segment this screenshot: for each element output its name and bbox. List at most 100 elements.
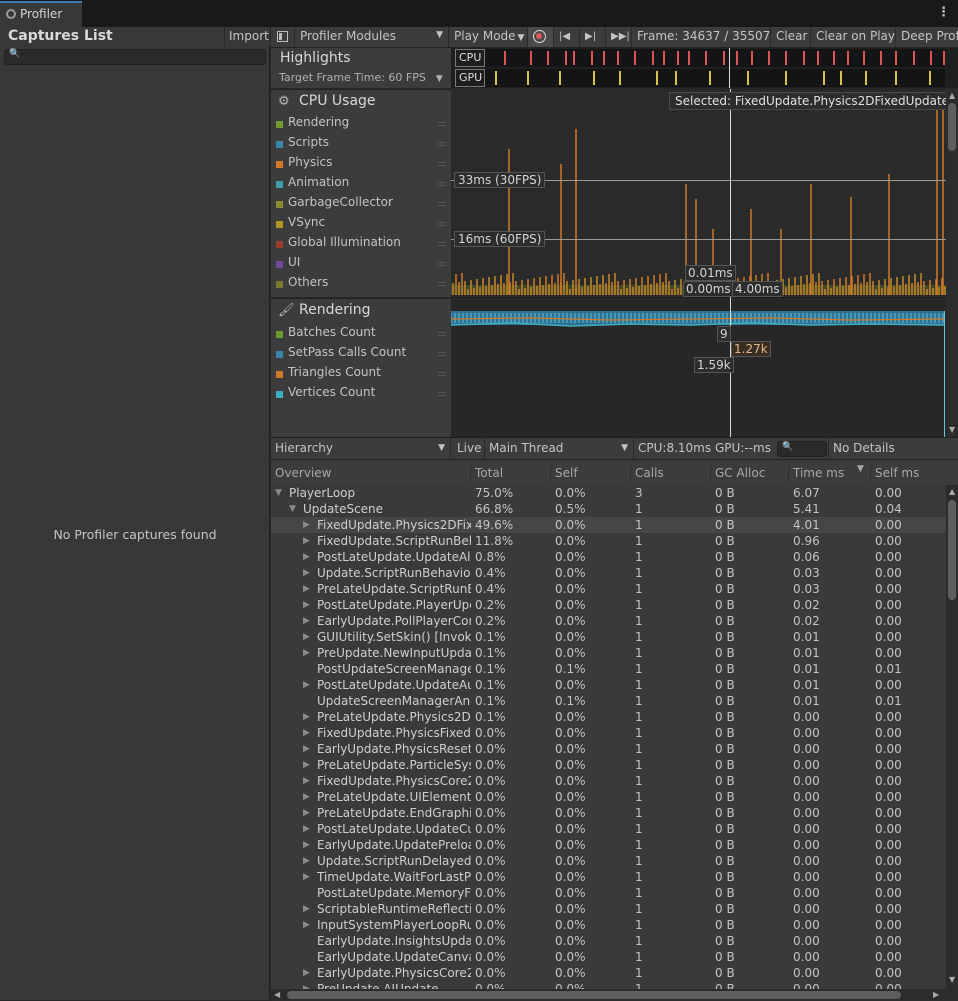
table-row[interactable]: ▶ PostLateUpdate.UpdateAudio 0.1% 0.0% 1 0 B 0… [271, 677, 946, 693]
legend-item[interactable]: Triangles Count [276, 364, 448, 384]
scrollbar-thumb[interactable] [948, 103, 956, 151]
scrollbar-thumb[interactable] [948, 500, 956, 600]
next-frame-icon[interactable]: ▶| [580, 27, 606, 47]
table-row[interactable]: PostLateUpdate.MemoryFrameMaintenance 0.0… [271, 885, 946, 901]
column-divider[interactable] [470, 465, 471, 481]
column-divider[interactable] [788, 465, 789, 481]
column-header[interactable]: Self [555, 466, 578, 480]
collapsed-arrow-icon[interactable]: ▶ [303, 773, 310, 789]
drag-handle-icon[interactable] [438, 222, 446, 226]
column-divider[interactable] [630, 465, 631, 481]
collapsed-arrow-icon[interactable]: ▶ [303, 853, 310, 869]
column-divider[interactable] [710, 465, 711, 481]
collapsed-arrow-icon[interactable]: ▶ [303, 517, 310, 533]
expanded-arrow-icon[interactable]: ▼ [275, 485, 282, 501]
record-button[interactable] [528, 27, 554, 47]
charts-scrollbar[interactable]: ▲ ▼ [946, 89, 958, 437]
collapsed-arrow-icon[interactable]: ▶ [303, 757, 310, 773]
previous-frame-icon[interactable]: |◀ [554, 27, 580, 47]
drag-handle-icon[interactable] [438, 392, 446, 396]
drag-handle-icon[interactable] [438, 162, 446, 166]
highlights-chart[interactable]: CPU GPU [451, 48, 958, 88]
table-row[interactable]: EarlyUpdate.InsightsUpdate 0.0% 0.0% 1 0 B 0.… [271, 933, 946, 949]
drag-handle-icon[interactable] [438, 122, 446, 126]
deep-profile-button[interactable]: Deep Profi [896, 27, 958, 47]
scroll-right-icon[interactable]: ▶ [933, 990, 939, 999]
column-divider[interactable] [550, 465, 551, 481]
table-row[interactable]: ▶ PostLateUpdate.UpdateAllRenderers 0.8% 0.… [271, 549, 946, 565]
column-header[interactable]: Total [475, 466, 503, 480]
clear-button[interactable]: Clear [771, 27, 811, 47]
collapsed-arrow-icon[interactable]: ▶ [303, 597, 310, 613]
column-header[interactable]: GC Alloc [715, 466, 765, 480]
drag-handle-icon[interactable] [438, 262, 446, 266]
collapsed-arrow-icon[interactable]: ▶ [303, 565, 310, 581]
scroll-up-icon[interactable]: ▲ [949, 487, 955, 496]
table-row[interactable]: ▶ EarlyUpdate.UpdatePreloading 0.0% 0.0% 1 0 … [271, 837, 946, 853]
hierarchy-search-input[interactable]: 🔍 [777, 441, 827, 457]
legend-item[interactable]: Rendering [276, 114, 448, 134]
table-row[interactable]: ▶ PreUpdate.AIUpdate 0.0% 0.0% 1 0 B 0.00 0.00 [271, 981, 946, 989]
import-button[interactable]: Import [224, 27, 270, 47]
table-horizontal-scrollbar[interactable]: ◀ ▶ [271, 989, 958, 1001]
table-row[interactable]: ▶ EarlyUpdate.PhysicsCore2DEarlyUpdate 0.0… [271, 965, 946, 981]
legend-item[interactable]: Others [276, 274, 448, 294]
column-divider[interactable] [870, 465, 871, 481]
collapsed-arrow-icon[interactable]: ▶ [303, 629, 310, 645]
table-row[interactable]: ▶ FixedUpdate.PhysicsFixedUpdate 0.0% 0.0% 1… [271, 725, 946, 741]
legend-item[interactable]: VSync [276, 214, 448, 234]
collapsed-arrow-icon[interactable]: ▶ [303, 613, 310, 629]
table-row[interactable]: PostUpdateScreenManagerUpdate 0.1% 0.1% 1 0 … [271, 661, 946, 677]
clear-on-play-button[interactable]: Clear on Play [811, 27, 896, 47]
table-scrollbar[interactable]: ▲ ▼ [946, 485, 958, 989]
drag-handle-icon[interactable] [438, 182, 446, 186]
collapsed-arrow-icon[interactable]: ▶ [303, 901, 310, 917]
table-row[interactable]: ▶ GUIUtility.SetSkin() [Invoke] 0.1% 0.0% 1 0… [271, 629, 946, 645]
collapsed-arrow-icon[interactable]: ▶ [303, 741, 310, 757]
table-row[interactable]: ▶ Update.ScriptRunDelayedTasks 0.0% 0.0% 1 0 … [271, 853, 946, 869]
collapsed-arrow-icon[interactable]: ▶ [303, 965, 310, 981]
expanded-arrow-icon[interactable]: ▼ [289, 501, 296, 517]
legend-item[interactable]: Batches Count [276, 324, 448, 344]
table-row[interactable]: ▶ InputSystemPlayerLoopRunnerInitializati… [271, 917, 946, 933]
table-row[interactable]: ▶ PreLateUpdate.EndGraphicsJobsAfterScrip… [271, 805, 946, 821]
table-row[interactable]: ▶ EarlyUpdate.PhysicsResetInterpolatedTra… [271, 741, 946, 757]
table-row[interactable]: ▶ TimeUpdate.WaitForLastPresentationAndUp… [271, 869, 946, 885]
details-dropdown[interactable]: No Details [828, 438, 958, 460]
table-row[interactable]: ▶ PreUpdate.NewInputUpdate 0.1% 0.0% 1 0 B 0.0… [271, 645, 946, 661]
captures-search-input[interactable]: 🔍 [4, 49, 266, 65]
module-charts[interactable]: Selected: FixedUpdate.Physics2DFixedUpda… [451, 89, 956, 437]
table-row[interactable]: ▶ FixedUpdate.Physics2DFixedUpdate 49.6% 0.… [271, 517, 946, 533]
collapsed-arrow-icon[interactable]: ▶ [303, 533, 310, 549]
drag-handle-icon[interactable] [438, 242, 446, 246]
sidebar-toggle-icon[interactable] [271, 27, 295, 47]
drag-handle-icon[interactable] [438, 332, 446, 336]
table-row[interactable]: ▶ ScriptableRuntimeReflectionSystemWrappe… [271, 901, 946, 917]
drag-handle-icon[interactable] [438, 142, 446, 146]
legend-item[interactable]: Vertices Count [276, 384, 448, 404]
target-frame-dropdown[interactable]: Target Frame Time: 60 FPS ▼ [279, 71, 443, 84]
rendering-module[interactable]: 🖌 Rendering Batches Count SetPass Calls Co… [271, 298, 451, 438]
collapsed-arrow-icon[interactable]: ▶ [303, 805, 310, 821]
table-row[interactable]: ▼ UpdateScene 66.8% 0.5% 1 0 B 5.41 0.04 [271, 501, 946, 517]
collapsed-arrow-icon[interactable]: ▶ [303, 677, 310, 693]
table-row[interactable]: ▶ PostLateUpdate.PlayerUpdateCanvases 0.2%… [271, 597, 946, 613]
table-row[interactable]: ▶ FixedUpdate.PhysicsCore2DFixedUpdate 0.0… [271, 773, 946, 789]
drag-handle-icon[interactable] [438, 282, 446, 286]
collapsed-arrow-icon[interactable]: ▶ [303, 581, 310, 597]
collapsed-arrow-icon[interactable]: ▶ [303, 549, 310, 565]
legend-item[interactable]: GarbageCollector [276, 194, 448, 214]
column-header[interactable]: Overview [275, 466, 332, 480]
profiler-modules-dropdown[interactable]: Profiler Modules ▼ [295, 27, 449, 47]
collapsed-arrow-icon[interactable]: ▶ [303, 709, 310, 725]
live-toggle[interactable]: Live [453, 438, 485, 460]
table-row[interactable]: ▶ Update.ScriptRunBehaviourUpdate 0.4% 0.0%… [271, 565, 946, 581]
legend-item[interactable]: Animation [276, 174, 448, 194]
kebab-menu-icon[interactable]: ⋮ [937, 5, 950, 20]
collapsed-arrow-icon[interactable]: ▶ [303, 981, 310, 989]
collapsed-arrow-icon[interactable]: ▶ [303, 789, 310, 805]
table-row[interactable]: ▶ PreLateUpdate.Physics2DLateUpdate 0.1% 0.… [271, 709, 946, 725]
collapsed-arrow-icon[interactable]: ▶ [303, 645, 310, 661]
current-frame-icon[interactable]: ▶▶| [606, 27, 632, 47]
collapsed-arrow-icon[interactable]: ▶ [303, 725, 310, 741]
